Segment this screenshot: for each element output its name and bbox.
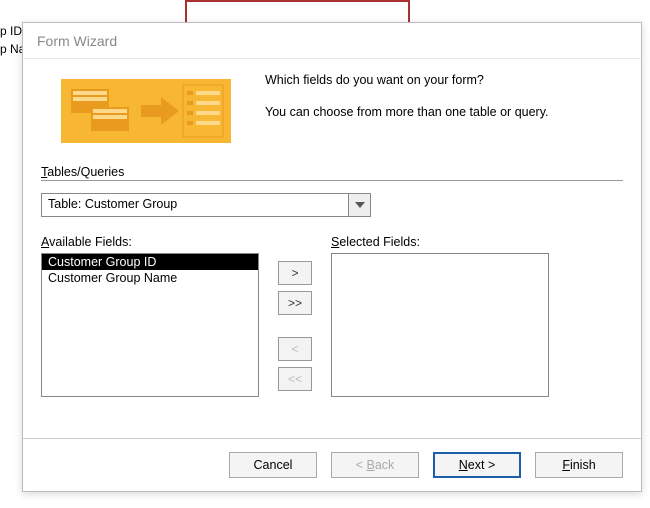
add-all-fields-button[interactable]: >> bbox=[278, 291, 312, 315]
dialog-content: Which fields do you want on your form? Y… bbox=[23, 59, 641, 418]
combo-selected-value: Table: Customer Group bbox=[42, 194, 348, 216]
intro-line-1: Which fields do you want on your form? bbox=[265, 73, 623, 87]
cancel-button[interactable]: Cancel bbox=[229, 452, 317, 478]
remove-all-fields-button: << bbox=[278, 367, 312, 391]
combo-dropdown-button[interactable] bbox=[348, 194, 370, 216]
tables-queries-label: Tables/Queries bbox=[41, 165, 623, 179]
selected-fields-listbox[interactable] bbox=[331, 253, 549, 397]
selected-fields-label: Selected Fields: bbox=[331, 235, 549, 249]
background-tab-outline bbox=[185, 0, 410, 24]
list-item[interactable]: Customer Group ID bbox=[42, 254, 258, 270]
dialog-footer: Cancel < Back Next > Finish bbox=[23, 439, 641, 491]
form-wizard-dialog: Form Wizard bbox=[22, 22, 642, 492]
available-fields-listbox[interactable]: Customer Group IDCustomer Group Name bbox=[41, 253, 259, 397]
available-fields-label: Available Fields: bbox=[41, 235, 259, 249]
remove-field-button: < bbox=[278, 337, 312, 361]
chevron-down-icon bbox=[355, 202, 365, 208]
next-button[interactable]: Next > bbox=[433, 452, 521, 478]
tables-queries-separator bbox=[41, 180, 623, 181]
dialog-titlebar: Form Wizard bbox=[23, 23, 641, 59]
intro-text: Which fields do you want on your form? Y… bbox=[265, 71, 623, 151]
finish-button[interactable]: Finish bbox=[535, 452, 623, 478]
add-field-button[interactable]: > bbox=[278, 261, 312, 285]
list-item[interactable]: Customer Group Name bbox=[42, 270, 258, 286]
dialog-title: Form Wizard bbox=[37, 33, 117, 49]
intro-line-2: You can choose from more than one table … bbox=[265, 105, 623, 119]
wizard-graphic bbox=[41, 71, 251, 151]
back-button: < Back bbox=[331, 452, 419, 478]
tables-queries-combo[interactable]: Table: Customer Group bbox=[41, 193, 371, 217]
